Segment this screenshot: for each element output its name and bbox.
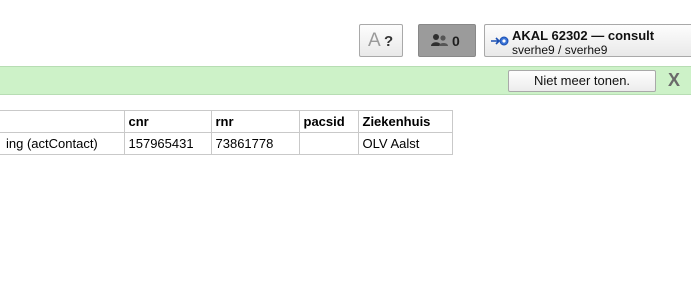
column-header-rnr[interactable]: rnr (210, 110, 300, 133)
table-cell-rnr: 73861778 (210, 132, 300, 155)
context-user: sverhe9 / sverhe9 (512, 43, 608, 57)
users-button[interactable]: 0 (418, 24, 476, 57)
font-icon: A (368, 30, 381, 51)
column-header-ziekenhuis[interactable]: Ziekenhuis (357, 110, 453, 133)
context-title: AKAL 62302 — consult (512, 28, 655, 43)
users-icon (431, 34, 448, 46)
dont-show-again-button[interactable]: Niet meer tonen. (508, 70, 656, 92)
results-table: cnr rnr pacsid Ziekenhuis ing (actContac… (0, 110, 453, 155)
table-header-row: cnr rnr pacsid Ziekenhuis (0, 110, 453, 133)
help-mark: ? (384, 33, 394, 50)
context-switch-icon (491, 36, 509, 46)
font-size-help-button[interactable]: A ? (359, 24, 403, 57)
table-cell-cnr: 157965431 (123, 132, 212, 155)
notification-bar: Niet meer tonen. X (0, 66, 691, 95)
context-switch-button[interactable]: AKAL 62302 — consult sverhe9 / sverhe9 (484, 24, 691, 57)
column-header[interactable] (0, 110, 125, 133)
table-row[interactable]: ing (actContact) 157965431 73861778 OLV … (0, 132, 453, 155)
table-cell-pacsid (298, 132, 359, 155)
column-header-cnr[interactable]: cnr (123, 110, 212, 133)
close-icon[interactable]: X (668, 69, 680, 91)
users-count: 0 (452, 33, 460, 49)
table-cell-ziekenhuis: OLV Aalst (357, 132, 453, 155)
column-header-pacsid[interactable]: pacsid (298, 110, 359, 133)
table-cell: ing (actContact) (0, 132, 125, 155)
